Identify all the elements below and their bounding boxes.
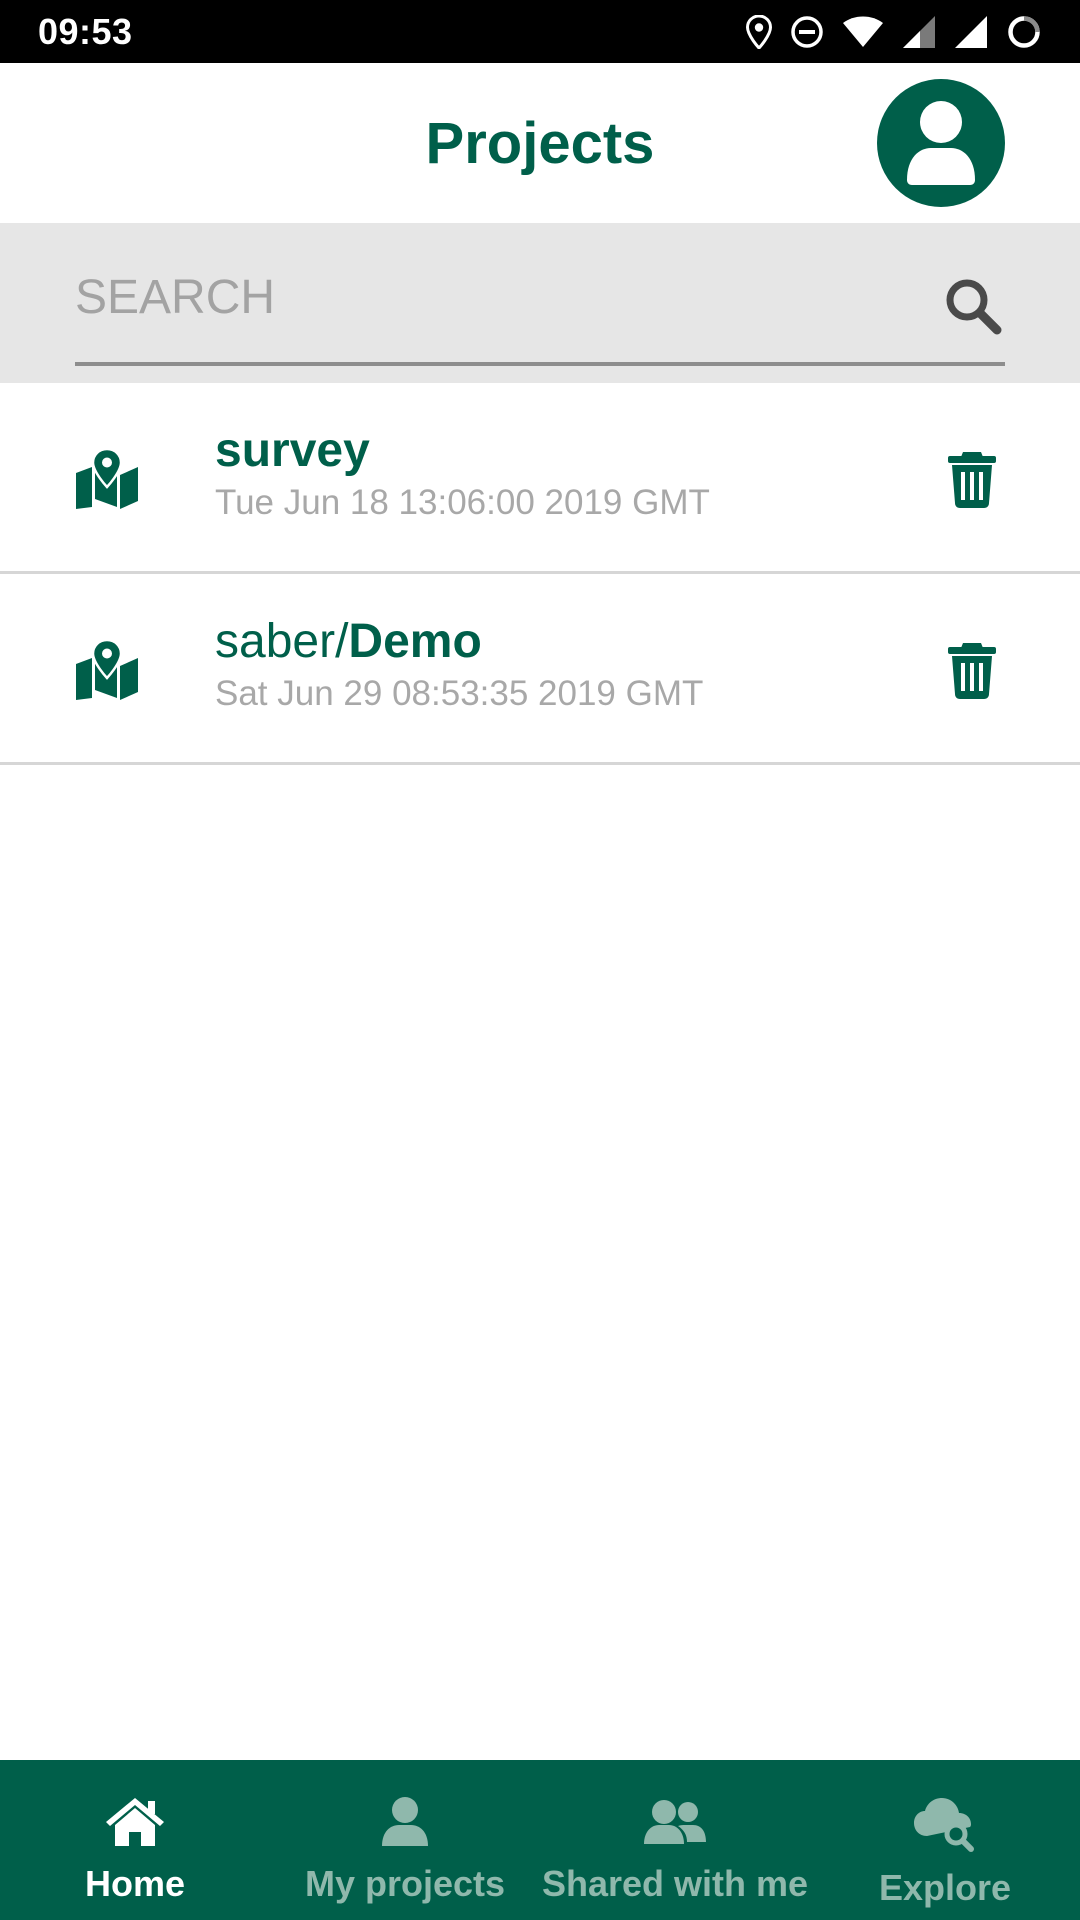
project-row[interactable]: saber/Demo Sat Jun 29 08:53:35 2019 GMT <box>0 574 1080 765</box>
map-marker-icon <box>74 638 140 705</box>
project-name-bold: survey <box>215 424 370 477</box>
avatar-button[interactable] <box>877 79 1005 207</box>
nav-home-label: Home <box>84 1863 186 1904</box>
status-icons <box>746 14 1042 50</box>
nav-shared-with-me-label: Shared with me <box>541 1863 809 1904</box>
project-name: survey <box>215 423 370 478</box>
bottom-nav: Home My projects Shared with me Explore <box>0 1760 1080 1920</box>
status-bar: 09:53 <box>0 0 1080 63</box>
search-icon[interactable] <box>943 276 1003 341</box>
nav-my-projects-label: My projects <box>304 1863 506 1904</box>
search-underline <box>75 362 1005 366</box>
project-name-prefix: saber/ <box>215 615 349 668</box>
do-not-disturb-icon <box>790 15 824 49</box>
location-icon <box>746 14 772 49</box>
nav-home[interactable]: Home <box>0 1760 270 1920</box>
people-icon <box>642 1796 708 1853</box>
project-name-bold: Demo <box>348 615 482 668</box>
nav-explore-label: Explore <box>878 1867 1012 1908</box>
home-icon <box>104 1796 166 1853</box>
project-name: saber/Demo <box>215 614 482 669</box>
delete-button[interactable] <box>946 450 998 513</box>
page-title: Projects <box>425 110 655 176</box>
project-row[interactable]: survey Tue Jun 18 13:06:00 2019 GMT <box>0 383 1080 574</box>
cloud-search-icon <box>913 1796 977 1857</box>
signal-icon <box>902 15 936 49</box>
map-marker-icon <box>74 447 140 514</box>
search-input[interactable] <box>75 263 1005 331</box>
signal-icon <box>954 15 988 49</box>
delete-button[interactable] <box>946 641 998 704</box>
nav-explore[interactable]: Explore <box>810 1760 1080 1920</box>
nav-my-projects[interactable]: My projects <box>270 1760 540 1920</box>
user-avatar-icon <box>901 96 981 191</box>
search-area <box>0 223 1080 383</box>
project-date: Tue Jun 18 13:06:00 2019 GMT <box>215 483 710 522</box>
person-icon <box>379 1796 431 1853</box>
nav-shared-with-me[interactable]: Shared with me <box>540 1760 810 1920</box>
project-list: survey Tue Jun 18 13:06:00 2019 GMT sabe… <box>0 383 1080 765</box>
wifi-icon <box>842 16 884 48</box>
project-date: Sat Jun 29 08:53:35 2019 GMT <box>215 674 704 713</box>
app-header: Projects <box>0 63 1080 223</box>
status-time: 09:53 <box>38 10 133 52</box>
sync-icon <box>1006 14 1042 50</box>
